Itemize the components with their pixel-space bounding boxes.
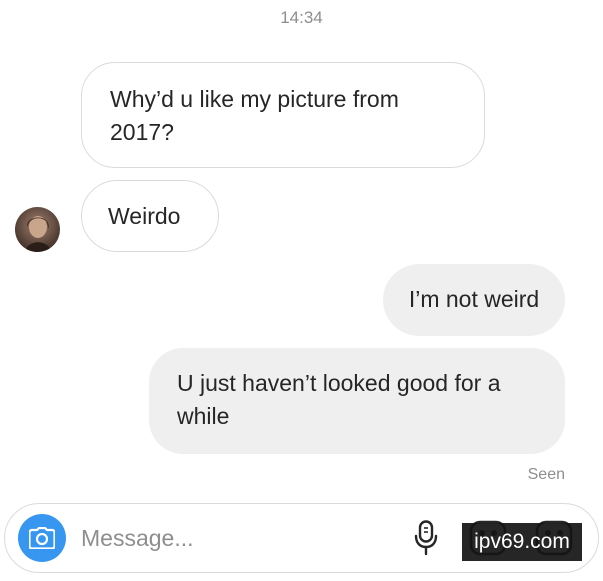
seen-indicator: Seen [527, 466, 565, 483]
avatar-image [15, 207, 60, 252]
watermark: ipv69.com [462, 523, 582, 561]
microphone-button[interactable] [410, 518, 442, 558]
avatar[interactable] [15, 207, 60, 252]
timestamp: 14:34 [280, 8, 323, 27]
camera-button[interactable] [18, 514, 66, 562]
message-bubble-received[interactable]: Why’d u like my picture from 2017? [81, 62, 485, 168]
message-input[interactable] [81, 516, 391, 560]
message-bubble-sent[interactable]: I’m not weird [383, 264, 565, 336]
camera-icon [29, 527, 55, 549]
message-bubble-sent[interactable]: U just haven’t looked good for a while [149, 348, 565, 454]
message-bubble-received[interactable]: Weirdo [81, 180, 219, 252]
microphone-icon [414, 520, 438, 556]
